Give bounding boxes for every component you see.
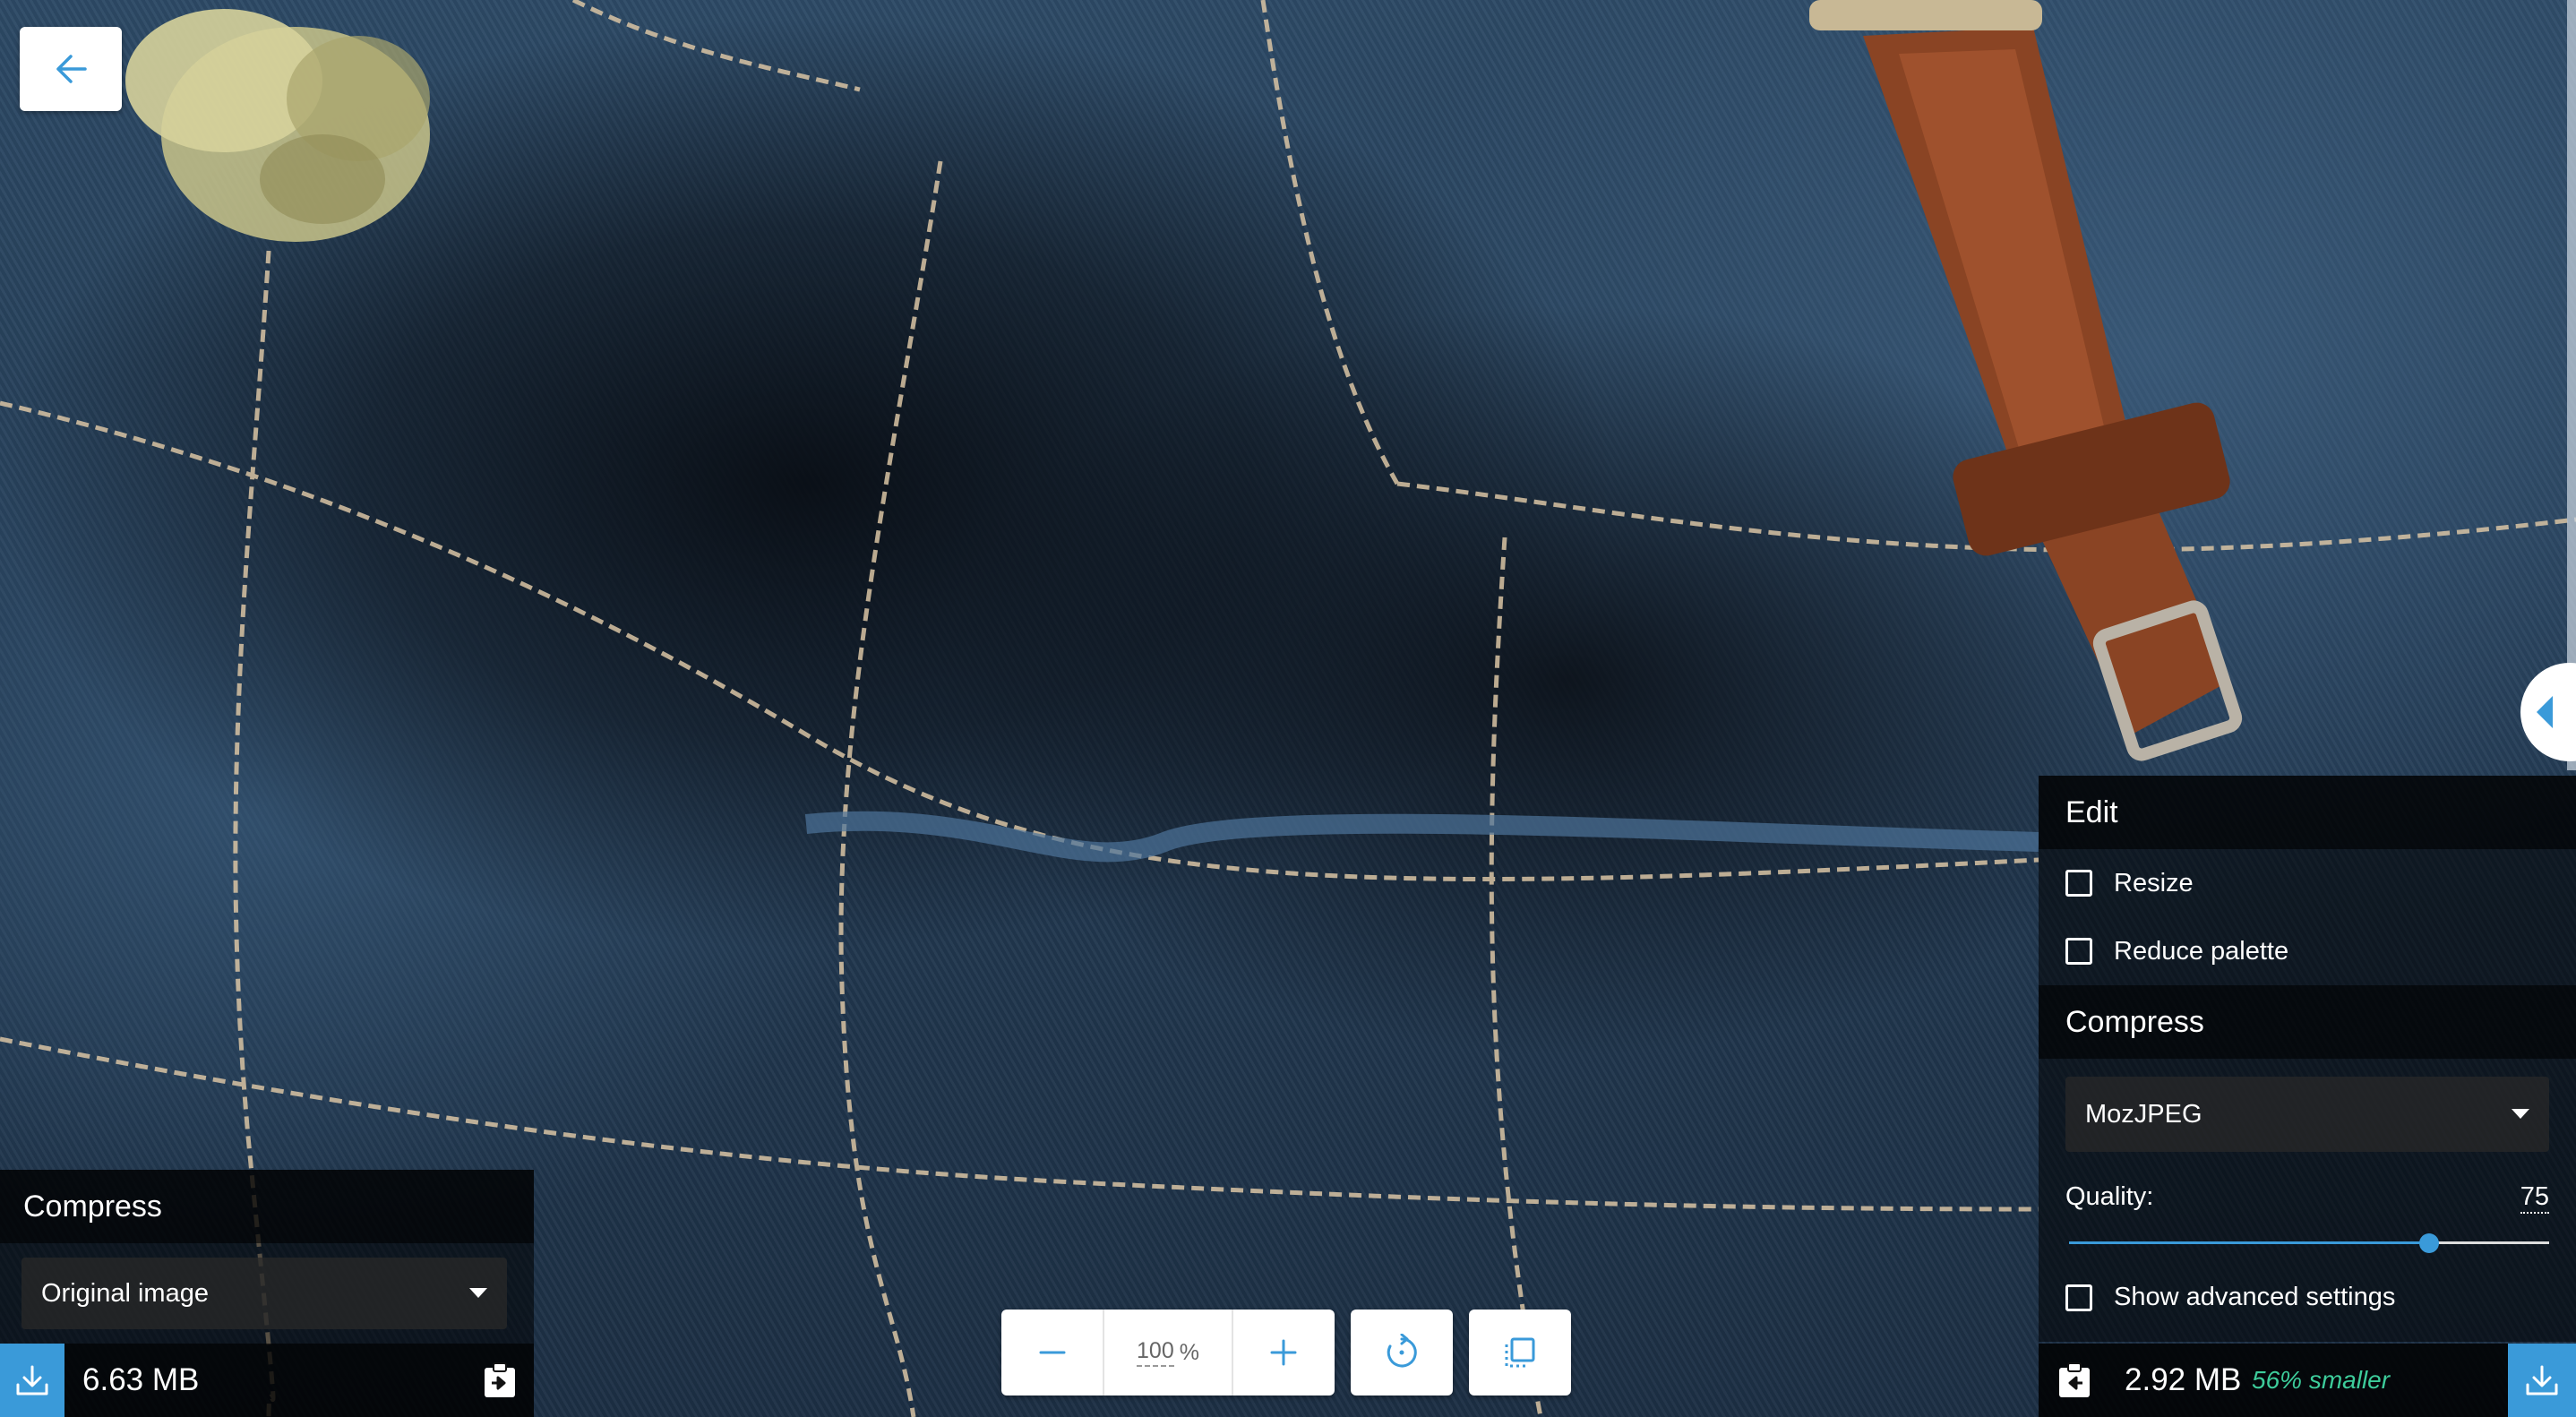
- advanced-settings-checkbox[interactable]: [2065, 1284, 2092, 1311]
- left-encoder-container: Original image: [0, 1243, 534, 1344]
- caret-down-icon: [469, 1288, 487, 1298]
- left-download-button[interactable]: [0, 1344, 64, 1417]
- right-options-panel: Edit Resize Reduce palette Compress MozJ…: [2039, 776, 2576, 1417]
- zoom-level-value: 100: [1137, 1338, 1174, 1367]
- arrow-left-icon: [56, 55, 87, 83]
- resize-checkbox[interactable]: [2065, 870, 2092, 897]
- quality-slider-thumb[interactable]: [2419, 1233, 2439, 1253]
- resize-option[interactable]: Resize: [2039, 849, 2576, 917]
- copy-right-icon: [485, 1362, 515, 1397]
- zoom-in-button[interactable]: [1233, 1310, 1335, 1396]
- right-download-button[interactable]: [2508, 1344, 2576, 1417]
- rotate-button[interactable]: [1351, 1310, 1453, 1396]
- right-size-bar: 2.92 MB 56% smaller: [2039, 1344, 2576, 1417]
- quality-slider-fill: [2069, 1241, 2429, 1244]
- reduce-palette-checkbox[interactable]: [2065, 938, 2092, 965]
- download-icon: [16, 1365, 48, 1396]
- left-file-size: 6.63 MB: [82, 1362, 200, 1397]
- zoom-level-input[interactable]: 100 %: [1103, 1310, 1233, 1396]
- right-file-size: 2.92 MB: [2125, 1362, 2242, 1397]
- resize-label: Resize: [2114, 868, 2194, 897]
- copy-left-icon: [2059, 1362, 2090, 1397]
- quality-value[interactable]: 75: [2520, 1182, 2549, 1214]
- zoom-out-button[interactable]: [1001, 1310, 1103, 1396]
- left-compress-heading: Compress: [0, 1170, 534, 1243]
- fit-to-screen-button[interactable]: [1469, 1310, 1571, 1396]
- caret-down-icon: [2512, 1109, 2529, 1119]
- copy-to-other-side-button[interactable]: [482, 1361, 518, 1400]
- plus-icon: [1270, 1339, 1297, 1366]
- reduce-palette-option[interactable]: Reduce palette: [2039, 917, 2576, 985]
- size-savings: 56% smaller: [2252, 1366, 2391, 1394]
- right-encoder-value: MozJPEG: [2085, 1100, 2202, 1129]
- left-encoder-select[interactable]: Original image: [21, 1258, 507, 1329]
- left-encoder-value: Original image: [41, 1279, 209, 1308]
- edit-options: Resize Reduce palette: [2039, 849, 2576, 985]
- minus-icon: [1039, 1351, 1066, 1354]
- back-button[interactable]: [20, 27, 122, 111]
- compress-options: MozJPEG Quality: 75 Show advanced settin…: [2039, 1059, 2576, 1342]
- download-icon: [2526, 1365, 2558, 1396]
- zoom-controls: 100 %: [1001, 1310, 1335, 1396]
- rotate-icon: [1387, 1334, 1417, 1368]
- reduce-palette-label: Reduce palette: [2114, 936, 2289, 966]
- chevron-left-icon: [2537, 696, 2553, 728]
- advanced-settings-option[interactable]: Show advanced settings: [2039, 1268, 2576, 1342]
- left-options-panel: Compress Original image 6.63 MB: [0, 1170, 534, 1417]
- zoom-level-unit: %: [1179, 1339, 1199, 1365]
- fit-screen-icon: [1505, 1337, 1535, 1368]
- left-size-bar: 6.63 MB: [0, 1344, 534, 1417]
- right-encoder-container: MozJPEG: [2039, 1059, 2576, 1170]
- quality-slider[interactable]: [2069, 1233, 2549, 1253]
- advanced-settings-label: Show advanced settings: [2114, 1283, 2396, 1311]
- quality-label: Quality:: [2065, 1182, 2154, 1211]
- right-encoder-select[interactable]: MozJPEG: [2065, 1077, 2549, 1152]
- right-compress-heading: Compress: [2039, 985, 2576, 1059]
- copy-to-other-side-button[interactable]: [2057, 1361, 2092, 1400]
- edit-heading: Edit: [2039, 776, 2576, 849]
- quality-control: Quality: 75: [2039, 1170, 2576, 1268]
